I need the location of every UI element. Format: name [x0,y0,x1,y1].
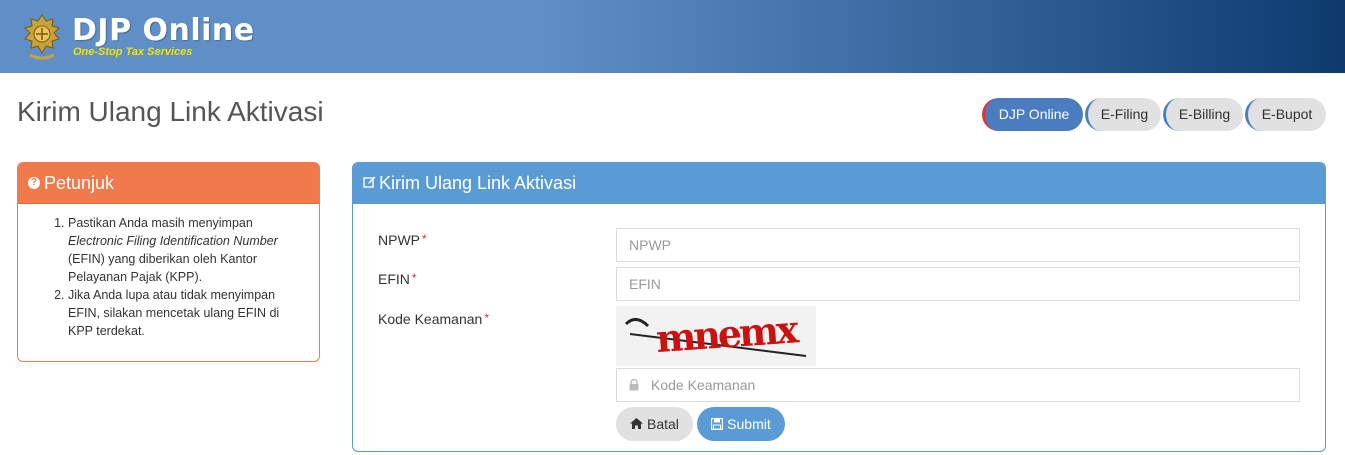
lock-icon [629,379,639,391]
help-instructions: Pastikan Anda masih menyimpan Electronic… [18,214,319,340]
page-title: Kirim Ulang Link Aktivasi [17,96,324,127]
instruction-text: Pastikan Anda masih menyimpan [68,216,253,230]
save-icon [711,417,724,430]
required-mark: * [411,271,417,285]
instruction-item: Pastikan Anda masih menyimpan Electronic… [68,214,305,286]
nav-e-bupot[interactable]: E-Bupot [1245,98,1326,131]
captcha-input-placeholder: Kode Keamanan [651,377,756,393]
top-header: DJP Online One-Stop Tax Services [0,0,1345,73]
required-mark: * [484,311,489,325]
efin-input[interactable]: EFIN [616,267,1300,301]
nav-djp-online[interactable]: DJP Online [982,98,1083,131]
nav-e-billing[interactable]: E-Billing [1163,98,1243,131]
required-mark: * [422,232,427,246]
nav-e-filing[interactable]: E-Filing [1085,98,1161,131]
help-panel-title: Petunjuk [44,173,115,193]
submit-button-label: Submit [727,416,771,432]
form-panel-title: Kirim Ulang Link Aktivasi [379,173,577,193]
home-icon [630,418,644,430]
cancel-button-label: Batal [646,416,679,432]
help-panel-header: ? Petunjuk [18,163,319,204]
resend-activation-panel: Kirim Ulang Link Aktivasi NPWP * NPWP EFI… [352,162,1326,452]
instruction-item: Jika Anda lupa atau tidak menyimpan EFIN… [68,286,305,340]
instruction-emphasis: Electronic Filing Identification Number [68,234,278,248]
instruction-text: (EFIN) yang diberikan oleh Kantor Pelaya… [68,252,257,284]
captcha-input[interactable]: Kode Keamanan [616,368,1300,402]
npwp-label: NPWP * [378,232,427,248]
djp-emblem-icon [24,14,60,60]
question-circle-icon: ? [28,176,40,189]
npwp-input[interactable]: NPWP [616,228,1300,262]
brand-tagline: One-Stop Tax Services [73,46,193,58]
help-panel: ? Petunjuk Pastikan Anda masih menyimpan … [17,162,320,362]
submit-button[interactable]: Submit [697,407,785,441]
npwp-label-text: NPWP [378,232,420,248]
efin-label: EFIN * [378,271,417,287]
captcha-label: Kode Keamanan * [378,311,489,327]
edit-icon [363,176,376,188]
brand-name: DJP Online [72,13,255,48]
efin-label-text: EFIN [378,271,410,287]
form-panel-header: Kirim Ulang Link Aktivasi [353,163,1325,204]
captcha-image: mnemx [616,306,816,366]
captcha-label-text: Kode Keamanan [378,311,483,327]
cancel-button[interactable]: Batal [616,407,693,441]
